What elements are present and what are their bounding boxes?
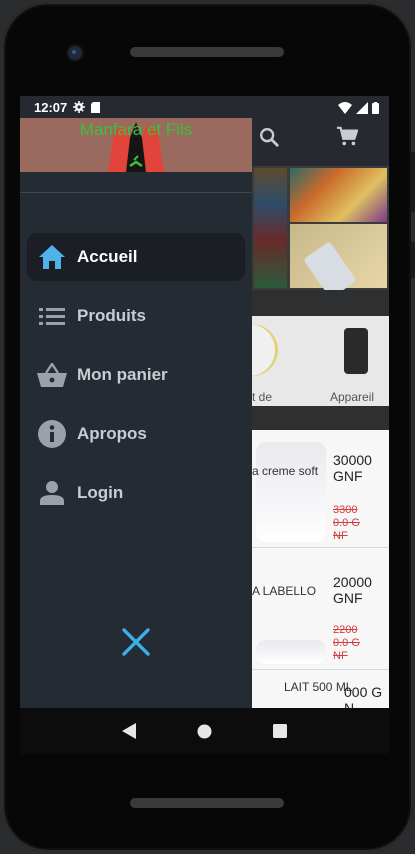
product-price: 20000 GNF (333, 574, 372, 606)
screen: t de Appareil a creme soft 30000 GNF 330… (20, 96, 389, 708)
product-image (256, 442, 326, 542)
product-image (256, 640, 326, 664)
android-navigation-bar (20, 708, 389, 754)
menu-item-login[interactable]: Login (27, 469, 245, 517)
product-card[interactable]: a creme soft 30000 GNF 33000.0 GNF (252, 430, 389, 548)
menu-item-accueil[interactable]: Accueil (27, 233, 245, 281)
menu-label: Mon panier (77, 365, 168, 384)
toolbar-actions (258, 126, 358, 148)
product-name: A LABELLO (252, 584, 317, 598)
category-label[interactable]: t de (252, 390, 272, 404)
promo-banner[interactable] (252, 166, 389, 290)
home-icon (37, 242, 67, 272)
bottom-speaker (130, 798, 284, 808)
close-icon (122, 628, 150, 656)
status-bar: 12:07 (20, 96, 252, 118)
home-circle-icon[interactable] (197, 724, 212, 739)
header-title: Manfara et Fils (79, 120, 193, 139)
navigation-drawer: 12:07 Manfara et Fils Accueil Produits M… (20, 96, 252, 708)
battery-icon (372, 102, 379, 114)
menu-label: Accueil (77, 247, 138, 266)
person-icon (37, 478, 67, 508)
category-image[interactable] (252, 324, 278, 376)
product-name: a creme soft (252, 464, 319, 478)
menu-label: Login (77, 483, 124, 502)
product-old-price: 22000.0 GNF (333, 624, 360, 662)
product-name: LAIT 500 ML (284, 680, 353, 694)
front-camera (68, 46, 82, 60)
earpiece-speaker (130, 47, 284, 57)
divider (20, 192, 252, 193)
drawer-header: Manfara et Fils (20, 118, 252, 172)
menu-label: Produits (77, 306, 146, 325)
product-card[interactable]: LAIT 500 ML 000 GN (252, 670, 389, 708)
volume-button[interactable] (411, 152, 415, 212)
category-label[interactable]: Appareil (330, 390, 374, 404)
signal-icon (356, 102, 368, 114)
recents-icon[interactable] (272, 724, 287, 738)
close-drawer-button[interactable] (118, 624, 154, 660)
info-icon (37, 419, 67, 449)
wifi-icon (338, 102, 352, 114)
sd-card-icon (91, 101, 101, 113)
menu-item-apropos[interactable]: Apropos (27, 410, 245, 458)
status-icons (338, 99, 379, 117)
menu-item-mon-panier[interactable]: Mon panier (27, 351, 245, 399)
cart-icon[interactable] (336, 126, 358, 148)
product-price: 30000 GNF (333, 452, 372, 484)
category-strip: t de Appareil (252, 316, 389, 406)
menu-item-produits[interactable]: Produits (27, 292, 245, 340)
power-button[interactable] (411, 242, 415, 278)
product-card[interactable]: A LABELLO 20000 GNF 22000.0 GNF (252, 548, 389, 670)
status-time: 12:07 (34, 99, 68, 115)
list-icon (37, 301, 67, 331)
product-old-price: 33000.0 GNF (333, 504, 360, 542)
settings-icon (73, 101, 86, 113)
search-icon[interactable] (258, 126, 280, 148)
category-image-phone[interactable] (344, 328, 368, 374)
basket-icon (37, 360, 67, 390)
product-list: a creme soft 30000 GNF 33000.0 GNF A LAB… (252, 430, 389, 708)
menu-label: Apropos (77, 424, 147, 443)
back-icon[interactable] (122, 723, 137, 739)
product-price: 000 GN (344, 684, 383, 708)
